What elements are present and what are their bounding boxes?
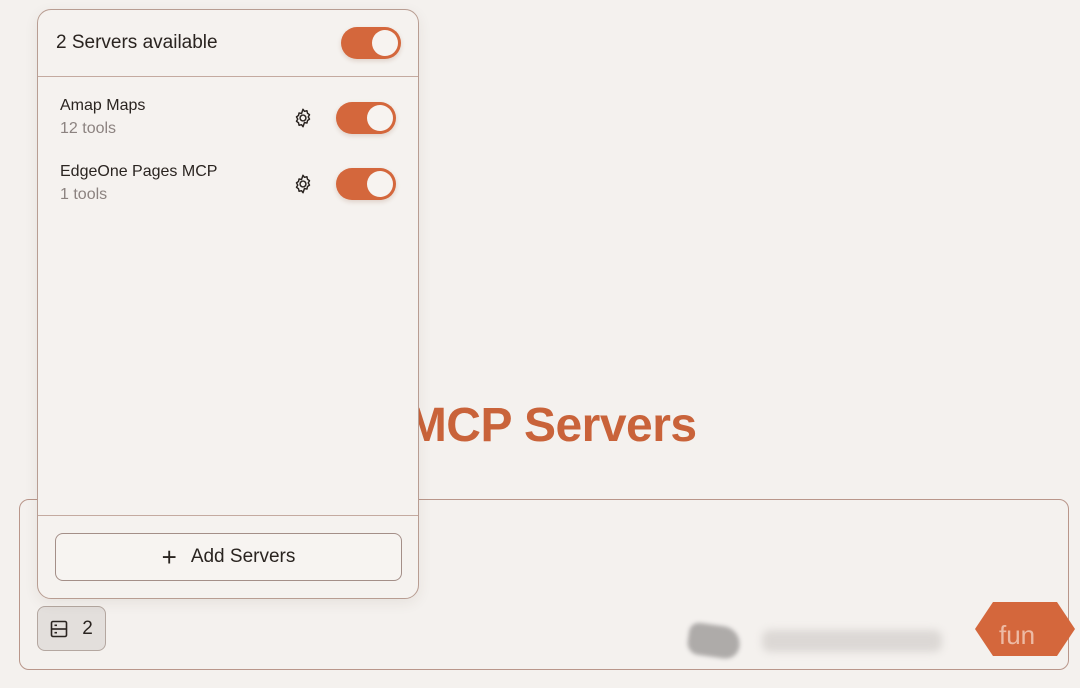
server-row-edgeone-pages: EdgeOne Pages MCP 1 tools bbox=[38, 153, 418, 219]
toggle-knob bbox=[372, 30, 398, 56]
server-name: Amap Maps bbox=[60, 97, 146, 114]
server-list-icon bbox=[50, 620, 68, 637]
server-tool-count: 1 tools bbox=[60, 186, 108, 203]
popover-header: 2 Servers available bbox=[38, 10, 418, 77]
server-list: Amap Maps 12 tools EdgeOne Pages MCP 1 t… bbox=[38, 77, 418, 219]
servers-count: 2 bbox=[82, 617, 93, 639]
server-row-amap-maps: Amap Maps 12 tools bbox=[38, 87, 418, 153]
servers-chip-button[interactable]: 2 bbox=[37, 606, 106, 651]
send-button[interactable]: fun bbox=[975, 602, 1075, 656]
all-servers-toggle[interactable] bbox=[341, 27, 401, 59]
blurred-avatar bbox=[686, 621, 742, 661]
server-tool-count: 12 tools bbox=[60, 120, 117, 137]
gear-icon[interactable] bbox=[292, 107, 314, 129]
toggle-knob bbox=[367, 105, 393, 131]
blurred-model-selector[interactable] bbox=[686, 618, 968, 664]
add-servers-label: Add Servers bbox=[190, 546, 296, 567]
server-toggle-amap-maps[interactable] bbox=[336, 102, 396, 134]
blurred-text bbox=[762, 630, 942, 652]
popover-footer: + Add Servers bbox=[38, 515, 418, 598]
server-toggle-edgeone-pages[interactable] bbox=[336, 168, 396, 200]
plus-icon: + bbox=[161, 542, 177, 572]
send-button-label: fun bbox=[999, 620, 1036, 650]
gear-icon[interactable] bbox=[292, 173, 314, 195]
server-name: EdgeOne Pages MCP bbox=[60, 163, 218, 180]
toggle-knob bbox=[367, 171, 393, 197]
servers-popover: 2 Servers available Amap Maps 12 tools E… bbox=[37, 9, 419, 599]
app-stage: with MCP Servers 2 fun 2 Servers availab… bbox=[0, 0, 1080, 688]
servers-available-title: 2 Servers available bbox=[56, 32, 218, 53]
add-servers-button[interactable]: + Add Servers bbox=[55, 533, 402, 581]
